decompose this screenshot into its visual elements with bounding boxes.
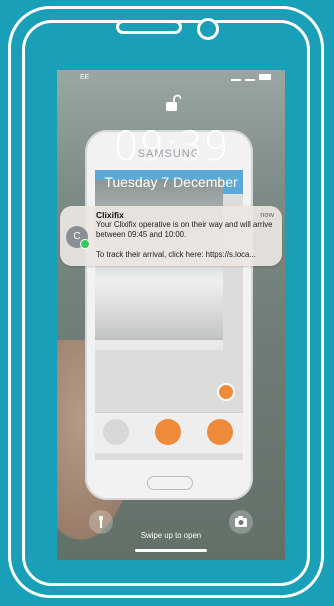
phone-home-button xyxy=(147,476,193,490)
notification-time: now xyxy=(260,210,274,219)
notification-message: Your Clixifix operative is on their way … xyxy=(96,220,273,239)
status-bar: EE xyxy=(57,70,285,86)
battery-icon xyxy=(259,74,271,80)
notification-card[interactable]: C Clixifix now Your Clixifix operative i… xyxy=(60,206,282,266)
signal-icon xyxy=(231,73,241,81)
home-icon xyxy=(103,419,129,445)
speaker-icon xyxy=(116,20,182,34)
window-sill xyxy=(95,338,223,350)
document-icon xyxy=(155,419,181,445)
lock-time: 09:39 xyxy=(113,124,229,170)
app-tab-bar xyxy=(95,412,243,453)
notification-title: Clixifix xyxy=(96,210,124,220)
edit-icon xyxy=(217,383,235,401)
notification-link[interactable]: To track their arrival, click here: http… xyxy=(96,250,276,259)
carrier-label: EE xyxy=(80,74,90,81)
wifi-icon xyxy=(245,73,255,81)
home-indicator[interactable] xyxy=(135,549,207,552)
lock-screen[interactable]: SAMSUNG EE 09:39 Tuesday 7 December C Cl… xyxy=(57,70,285,560)
messages-badge-icon xyxy=(80,239,90,249)
front-camera-icon xyxy=(197,18,219,40)
swipe-up-label: Swipe up to open xyxy=(140,531,202,540)
status-icons xyxy=(231,73,271,81)
unlock-icon xyxy=(166,94,181,111)
wrench-icon xyxy=(207,419,233,445)
lock-date: Tuesday 7 December xyxy=(104,174,238,190)
